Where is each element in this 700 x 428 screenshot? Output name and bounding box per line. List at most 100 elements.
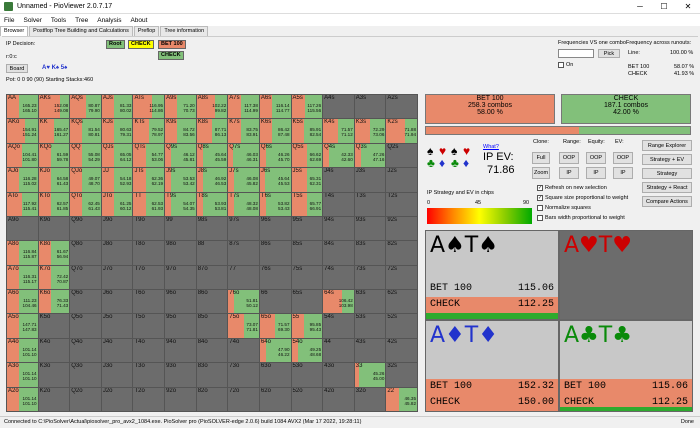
hand-cell-k2s[interactable]: K2s 71.88 71.94 bbox=[386, 119, 417, 143]
hand-cell-52o[interactable]: 52o bbox=[291, 387, 323, 411]
hand-cell-qq[interactable]: QQ 55.08 54.29 bbox=[70, 143, 101, 168]
hand-cell-j4s[interactable]: J4s bbox=[323, 168, 354, 192]
hand-cell-76s[interactable]: 76s bbox=[259, 265, 291, 290]
hand-cell-j7s[interactable]: J7s 46.08 45.82 bbox=[228, 168, 259, 192]
hand-cell-t2s[interactable]: T2s bbox=[386, 192, 417, 216]
diamond-icon[interactable]: ♦ bbox=[439, 156, 445, 170]
hand-cell-87o[interactable]: 87o bbox=[196, 265, 228, 290]
hand-cell-a4s[interactable]: A4s bbox=[323, 95, 354, 119]
hand-cell-jj[interactable]: JJ 54.18 52.93 bbox=[101, 168, 133, 192]
hand-cell-96s[interactable]: 96s bbox=[259, 216, 291, 241]
hand-cell-52s[interactable]: 52s bbox=[386, 314, 417, 338]
menu-about[interactable]: About bbox=[130, 17, 147, 24]
what-link[interactable]: What? bbox=[483, 144, 499, 150]
hand-cell-ajs[interactable]: AJs 81.33 80.02 bbox=[101, 95, 133, 119]
hand-cell-92s[interactable]: 92s bbox=[386, 216, 417, 241]
hand-cell-kqo[interactable]: KQo 61.59 59.78 bbox=[38, 143, 70, 168]
hand-cell-74s[interactable]: 74s bbox=[323, 265, 354, 290]
ev-ip-button[interactable]: IP bbox=[613, 167, 633, 179]
check-summary[interactable]: CHECK 187.1 combos 42.00 % bbox=[561, 94, 691, 124]
hand-cell-75s[interactable]: 75s bbox=[291, 265, 323, 290]
hand-cell-qjs[interactable]: QJs 65.05 64.12 bbox=[101, 143, 133, 168]
hand-cell-84o[interactable]: 84o bbox=[196, 338, 228, 363]
combo-input[interactable] bbox=[558, 49, 594, 58]
hand-cell-j7o[interactable]: J7o bbox=[101, 265, 133, 290]
hand-cell-q7s[interactable]: Q7s 46.03 46.31 bbox=[228, 143, 259, 168]
hand-cell-k3o[interactable]: K3o bbox=[38, 363, 70, 387]
hand-cell-43o[interactable]: 43o bbox=[323, 363, 354, 387]
hand-cell-t6o[interactable]: T6o bbox=[133, 290, 165, 314]
hand-cell-a7s[interactable]: A7s 117.38 114.99 bbox=[228, 95, 259, 119]
hand-cell-76o[interactable]: 76o 51.81 50.12 bbox=[228, 290, 259, 314]
hand-cell-t6s[interactable]: T6s 53.82 53.43 bbox=[259, 192, 291, 216]
menu-tools[interactable]: Tools bbox=[51, 17, 66, 24]
hand-cell-85o[interactable]: 85o bbox=[196, 314, 228, 338]
menu-solver[interactable]: Solver bbox=[23, 17, 41, 24]
hand-cell-97s[interactable]: 97s bbox=[228, 216, 259, 241]
range-explorer-button[interactable]: Range Explorer bbox=[642, 140, 692, 151]
hand-cell-t3s[interactable]: T3s bbox=[354, 192, 386, 216]
hand-cell-86s[interactable]: 86s bbox=[259, 241, 291, 265]
hand-cell-55[interactable]: 55 95.85 95.43 bbox=[291, 314, 323, 338]
hand-cell-k4s[interactable]: K4s 71.57 71.12 bbox=[323, 119, 354, 143]
hand-cell-j9o[interactable]: J9o bbox=[101, 216, 133, 241]
hand-cell-qjo[interactable]: QJo 49.07 48.70 bbox=[70, 168, 101, 192]
hand-cell-62s[interactable]: 62s bbox=[386, 290, 417, 314]
hand-cell-t2o[interactable]: T2o bbox=[133, 387, 165, 411]
hand-cell-72s[interactable]: 72s bbox=[386, 265, 417, 290]
hand-cell-32o[interactable]: 32o bbox=[354, 387, 386, 411]
range-ip-button[interactable]: IP bbox=[559, 167, 579, 179]
hand-cell-k6o[interactable]: K6o 76.33 71.43 bbox=[38, 290, 70, 314]
tab-tree-info[interactable]: Tree information bbox=[160, 26, 209, 36]
hand-cell-88[interactable]: 88 bbox=[196, 241, 228, 265]
board-button[interactable]: Board bbox=[6, 64, 28, 73]
hand-cell-k9o[interactable]: K9o bbox=[38, 216, 70, 241]
hand-cell-53s[interactable]: 53s bbox=[354, 314, 386, 338]
hand-cell-65o[interactable]: 65o 71.57 69.30 bbox=[259, 314, 291, 338]
hand-cell-63o[interactable]: 63o bbox=[259, 363, 291, 387]
hand-cell-a5s[interactable]: A5s 117.26 115.56 bbox=[291, 95, 323, 119]
hand-cell-95s[interactable]: 95s bbox=[291, 216, 323, 241]
hand-cell-74o[interactable]: 74o bbox=[228, 338, 259, 363]
hand-cell-22[interactable]: 22 46.35 45.82 bbox=[386, 387, 417, 411]
strategy-button[interactable]: Strategy bbox=[642, 168, 692, 179]
hand-cell-a2o[interactable]: A2o 101.14 101.10 bbox=[7, 387, 38, 411]
menu-file[interactable]: File bbox=[4, 17, 14, 24]
hand-cell-kjo[interactable]: KJo 64.58 61.43 bbox=[38, 168, 70, 192]
hand-cell-j8o[interactable]: J8o bbox=[101, 241, 133, 265]
minimize-button[interactable]: ─ bbox=[628, 0, 652, 14]
hand-cell-53o[interactable]: 53o bbox=[291, 363, 323, 387]
hand-cell-q7o[interactable]: Q7o bbox=[70, 265, 101, 290]
hand-cell-k7s[interactable]: K7s 83.75 83.91 bbox=[228, 119, 259, 143]
hand-cell-k5o[interactable]: K5o bbox=[38, 314, 70, 338]
hand-cell-kjs[interactable]: KJs 80.63 79.31 bbox=[101, 119, 133, 143]
hand-cell-q4s[interactable]: Q4s 42.33 42.60 bbox=[323, 143, 354, 168]
hand-cell-a8o[interactable]: A8o 116.84 115.87 bbox=[7, 241, 38, 265]
hand-cell-a6s[interactable]: A6s 116.14 114.77 bbox=[259, 95, 291, 119]
hand-cell-83s[interactable]: 83s bbox=[354, 241, 386, 265]
hand-cell-k6s[interactable]: K6s 86.42 87.48 bbox=[259, 119, 291, 143]
hand-cell-q9s[interactable]: Q9s 46.12 45.81 bbox=[165, 143, 196, 168]
club-icon[interactable]: ♣ bbox=[427, 156, 435, 170]
hand-cell-kk[interactable]: KK 165.47 161.27 bbox=[38, 119, 70, 143]
hand-cell-62o[interactable]: 62o bbox=[259, 387, 291, 411]
hand-cell-93o[interactable]: 93o bbox=[165, 363, 196, 387]
hand-cell-t9o[interactable]: T9o bbox=[133, 216, 165, 241]
square-size-checkbox[interactable]: ✓ Square size proportional to weight bbox=[537, 195, 628, 201]
hand-cell-kto[interactable]: KTo 62.57 61.85 bbox=[38, 192, 70, 216]
hand-cell-a9s[interactable]: A9s 71.20 70.73 bbox=[165, 95, 196, 119]
tab-postflop[interactable]: Postflop Tree Building and Calculations bbox=[29, 26, 133, 36]
hand-cell-qts[interactable]: QTs 54.77 53.06 bbox=[133, 143, 165, 168]
hand-cell-j4o[interactable]: J4o bbox=[101, 338, 133, 363]
hand-cell-t8s[interactable]: T8s 53.93 53.81 bbox=[196, 192, 228, 216]
hand-cell-64o[interactable]: 64o 47.90 46.22 bbox=[259, 338, 291, 363]
hand-cell-94s[interactable]: 94s bbox=[323, 216, 354, 241]
hand-cell-82s[interactable]: 82s bbox=[386, 241, 417, 265]
tag-check-2[interactable]: CHECK bbox=[158, 51, 184, 60]
hand-cell-q5s[interactable]: Q5s 66.62 62.69 bbox=[291, 143, 323, 168]
hand-cell-q8s[interactable]: Q8s 45.64 45.59 bbox=[196, 143, 228, 168]
hand-cell-ato[interactable]: ATo 117.92 115.41 bbox=[7, 192, 38, 216]
combo-card-adt[interactable]: A♦T♦ BET 100 152.32 CHECK 150.00 bbox=[425, 320, 559, 412]
club-filter-icon[interactable]: ♣ bbox=[451, 156, 459, 170]
maximize-button[interactable]: ☐ bbox=[652, 0, 676, 14]
